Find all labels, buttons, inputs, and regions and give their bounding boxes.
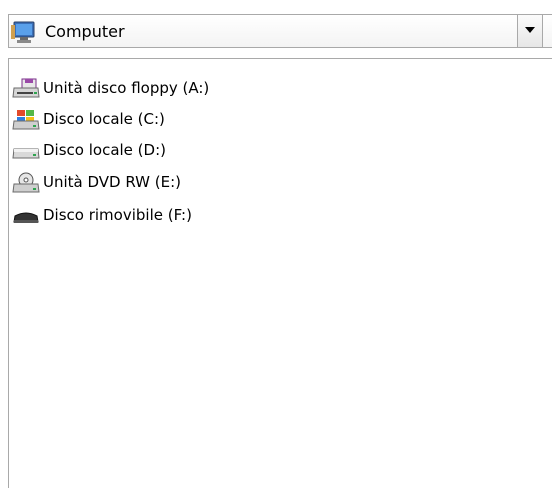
dvd-drive-icon	[9, 170, 43, 194]
drive-label: Disco locale (C:)	[43, 110, 165, 128]
drive-label: Disco rimovibile (F:)	[43, 206, 192, 224]
list-item-drive-a[interactable]: Unità disco floppy (A:)	[9, 76, 209, 100]
dropdown-button[interactable]	[517, 14, 543, 48]
hard-drive-icon	[9, 138, 43, 162]
location-selected-value: Computer	[45, 22, 125, 41]
list-item-drive-f[interactable]: Disco rimovibile (F:)	[9, 203, 192, 227]
removable-drive-icon	[9, 203, 43, 227]
drive-label: Disco locale (D:)	[43, 141, 166, 159]
chevron-down-icon	[525, 27, 535, 33]
floppy-drive-icon	[9, 76, 43, 100]
list-item-drive-d[interactable]: Disco locale (D:)	[9, 138, 166, 162]
windows-drive-icon	[9, 107, 43, 131]
drive-label: Unità DVD RW (E:)	[43, 173, 182, 191]
list-item-drive-c[interactable]: Disco locale (C:)	[9, 107, 165, 131]
list-item-drive-e[interactable]: Unità DVD RW (E:)	[9, 170, 181, 194]
drive-label: Unità disco floppy (A:)	[43, 79, 210, 97]
drive-list[interactable]: Unità disco floppy (A:) Disco locale (C:…	[8, 58, 552, 488]
computer-icon	[11, 19, 37, 45]
location-combo[interactable]: Computer	[8, 14, 552, 48]
